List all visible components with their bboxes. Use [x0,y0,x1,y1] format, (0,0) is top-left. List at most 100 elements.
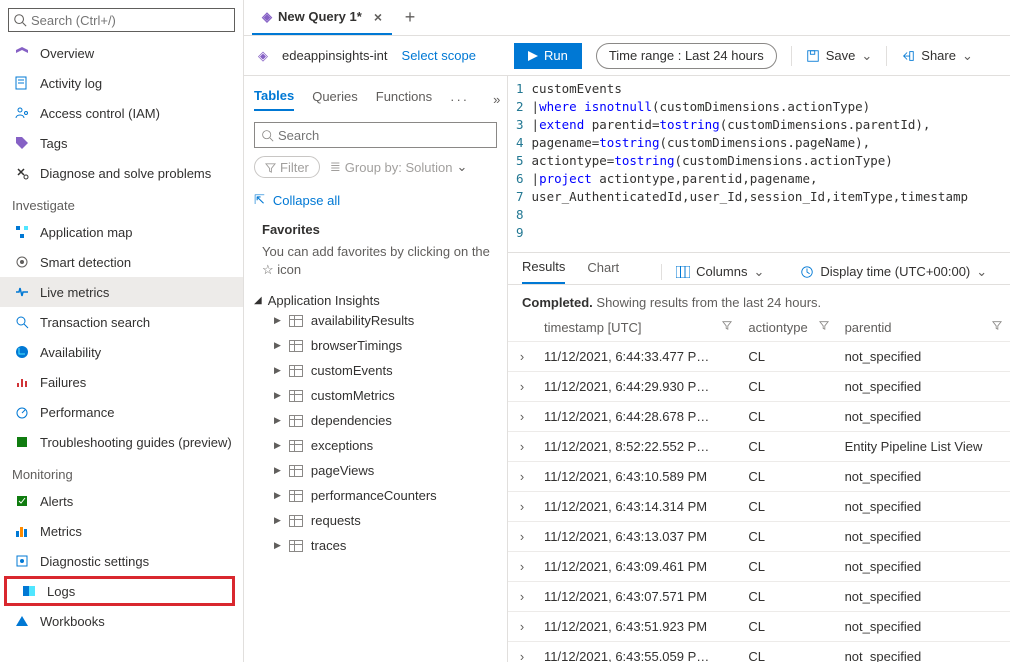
expand-row-icon[interactable]: › [508,552,536,582]
sidebar-item-workbooks[interactable]: Workbooks [0,606,243,636]
table-row[interactable]: ›11/12/2021, 6:43:51.923 PMCLnot_specifi… [508,612,1010,642]
cell: 11/12/2021, 6:43:10.589 PM [536,462,740,492]
tab-results[interactable]: Results [522,259,565,284]
tree-item-requests[interactable]: ▶requests [254,508,497,533]
perf-icon [14,404,30,420]
sidebar-item-activity-log[interactable]: Activity log [0,68,243,98]
tree-root-appinsights[interactable]: ◢ Application Insights [254,293,497,308]
filter-icon[interactable] [722,320,732,330]
sidebar-item-logs[interactable]: Logs [4,576,235,606]
sidebar-item-live-metrics[interactable]: Live metrics [0,277,243,307]
sidebar-item-transaction-search[interactable]: Transaction search [0,307,243,337]
chevron-down-icon: ⌄ [976,264,987,280]
editor-gutter: 123456789 [508,80,532,242]
filter-button[interactable]: Filter [254,156,320,178]
close-icon[interactable]: × [374,9,382,25]
sidebar-item-application-map[interactable]: Application map [0,217,243,247]
add-tab-button[interactable]: + [396,7,424,28]
table-row[interactable]: ›11/12/2021, 6:43:10.589 PMCLnot_specifi… [508,462,1010,492]
sidebar-item-label: Metrics [40,524,82,539]
tree-item-pageviews[interactable]: ▶pageViews [254,458,497,483]
filter-icon[interactable] [819,320,829,330]
sidebar-item-label: Alerts [40,494,73,509]
sidebar-item-failures[interactable]: Failures [0,367,243,397]
time-range-picker[interactable]: Time range : Last 24 hours [596,43,777,69]
table-row[interactable]: ›11/12/2021, 6:43:14.314 PMCLnot_specifi… [508,492,1010,522]
search-icon [13,13,27,27]
table-row[interactable]: ›11/12/2021, 6:43:13.037 PMCLnot_specifi… [508,522,1010,552]
share-button[interactable]: Share ⌄ [901,48,973,64]
collapse-all-button[interactable]: ⇱ Collapse all [254,192,497,208]
sidebar-item-troubleshooting-guides-preview-[interactable]: Troubleshooting guides (preview) [0,427,243,457]
tables-search-input[interactable] [274,128,490,143]
caret-right-icon: ▶ [274,365,281,376]
tables-filter-row: Filter ≣ Group by: Solution ⌄ [254,156,497,178]
expand-row-icon[interactable]: › [508,402,536,432]
filter-icon[interactable] [992,320,1002,330]
col-header[interactable]: timestamp [UTC] [536,314,740,342]
sidebar-item-metrics[interactable]: Metrics [0,516,243,546]
tab-queries[interactable]: Queries [312,89,358,110]
table-row[interactable]: ›11/12/2021, 6:44:33.477 P…CLnot_specifi… [508,342,1010,372]
expand-row-icon[interactable]: › [508,342,536,372]
expand-row-icon[interactable]: › [508,432,536,462]
tree-item-traces[interactable]: ▶traces [254,533,497,558]
sidebar-item-diagnostic-settings[interactable]: Diagnostic settings [0,546,243,576]
table-row[interactable]: ›11/12/2021, 6:44:29.930 P…CLnot_specifi… [508,372,1010,402]
tab-functions[interactable]: Functions [376,89,432,110]
tree-item-availabilityresults[interactable]: ▶availabilityResults [254,308,497,333]
expand-row-icon[interactable]: › [508,372,536,402]
tree-item-dependencies[interactable]: ▶dependencies [254,408,497,433]
more-icon[interactable]: ··· [450,92,469,107]
tab-chart[interactable]: Chart [587,260,619,283]
sidebar-item-alerts[interactable]: Alerts [0,486,243,516]
cell: not_specified [837,552,1010,582]
sidebar-item-access-control-iam-[interactable]: Access control (IAM) [0,98,243,128]
smart-icon [14,254,30,270]
tree-item-performancecounters[interactable]: ▶performanceCounters [254,483,497,508]
table-row[interactable]: ›11/12/2021, 6:43:55.059 P…CLnot_specifi… [508,642,1010,662]
editor-code[interactable]: customEvents |where isnotnull(customDime… [532,80,969,242]
query-tab[interactable]: ◈ New Query 1* × [252,1,392,35]
diag-icon [14,553,30,569]
columns-button[interactable]: Columns ⌄ [661,264,764,280]
col-header[interactable]: parentid [837,314,1010,342]
sidebar-item-availability[interactable]: Availability [0,337,243,367]
expand-row-icon[interactable]: › [508,492,536,522]
expand-row-icon[interactable]: › [508,462,536,492]
table-row[interactable]: ›11/12/2021, 6:43:07.571 PMCLnot_specifi… [508,582,1010,612]
sidebar-item-performance[interactable]: Performance [0,397,243,427]
display-time-button[interactable]: Display time (UTC+00:00) ⌄ [800,264,987,280]
save-button[interactable]: Save ⌄ [806,48,873,64]
expand-icon[interactable]: » [493,92,500,107]
col-header[interactable]: actiontype [740,314,836,342]
tab-tables[interactable]: Tables [254,88,294,111]
tree-item-label: exceptions [311,438,373,453]
tree-item-exceptions[interactable]: ▶ exceptions [254,433,497,458]
sidebar-search[interactable] [8,8,235,32]
run-label: Run [544,48,568,63]
tree-item-browsertimings[interactable]: ▶browserTimings [254,333,497,358]
query-editor[interactable]: 123456789 customEvents |where isnotnull(… [508,76,1010,253]
table-row[interactable]: ›11/12/2021, 6:44:28.678 P…CLnot_specifi… [508,402,1010,432]
expand-row-icon[interactable]: › [508,612,536,642]
tables-search[interactable] [254,122,497,148]
sidebar-section-investigate: Investigate [0,188,243,217]
sidebar-item-tags[interactable]: Tags [0,128,243,158]
sidebar-search-input[interactable] [27,13,230,28]
expand-row-icon[interactable]: › [508,642,536,662]
expand-row-icon[interactable]: › [508,522,536,552]
table-row[interactable]: ›11/12/2021, 8:52:22.552 P…CLEntity Pipe… [508,432,1010,462]
sidebar-item-diagnose-and-solve-problems[interactable]: Diagnose and solve problems [0,158,243,188]
sidebar-item-overview[interactable]: Overview [0,38,243,68]
caret-right-icon: ▶ [274,440,281,451]
tree-item-customevents[interactable]: ▶customEvents [254,358,497,383]
group-by-button[interactable]: ≣ Group by: Solution ⌄ [330,159,468,175]
run-button[interactable]: Run [514,43,582,69]
expand-row-icon[interactable]: › [508,582,536,612]
cell: not_specified [837,582,1010,612]
select-scope-link[interactable]: Select scope [402,48,476,63]
table-row[interactable]: ›11/12/2021, 6:43:09.461 PMCLnot_specifi… [508,552,1010,582]
tree-item-custommetrics[interactable]: ▶customMetrics [254,383,497,408]
sidebar-item-smart-detection[interactable]: Smart detection [0,247,243,277]
